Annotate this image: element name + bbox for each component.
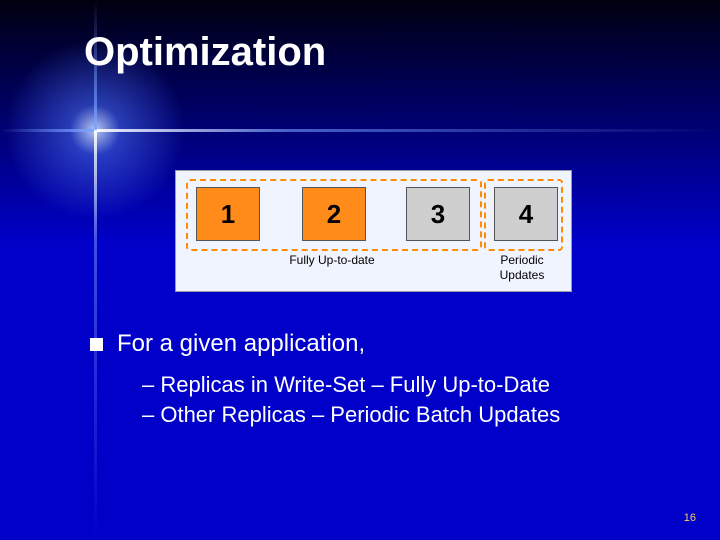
flare-horizontal	[0, 129, 720, 132]
flare-vertical	[94, 0, 97, 540]
box-1: 1	[196, 187, 260, 241]
caption-right: Periodic Updates	[482, 253, 562, 283]
box-2: 2	[302, 187, 366, 241]
diagram: 1 2 3 4 Fully Up-to-date Periodic Update…	[175, 170, 572, 292]
bullet-square-icon	[90, 338, 103, 351]
caption-left: Fully Up-to-date	[186, 253, 478, 267]
bullet-sub-1: – Replicas in Write-Set – Fully Up-to-Da…	[142, 372, 560, 398]
bullet-main: For a given application,	[117, 330, 365, 358]
page-number: 16	[684, 512, 696, 524]
body-text: For a given application, – Replicas in W…	[90, 330, 560, 432]
bullet-sub-2: – Other Replicas – Periodic Batch Update…	[142, 402, 560, 428]
box-4: 4	[494, 187, 558, 241]
box-3: 3	[406, 187, 470, 241]
slide-title: Optimization	[84, 30, 326, 75]
